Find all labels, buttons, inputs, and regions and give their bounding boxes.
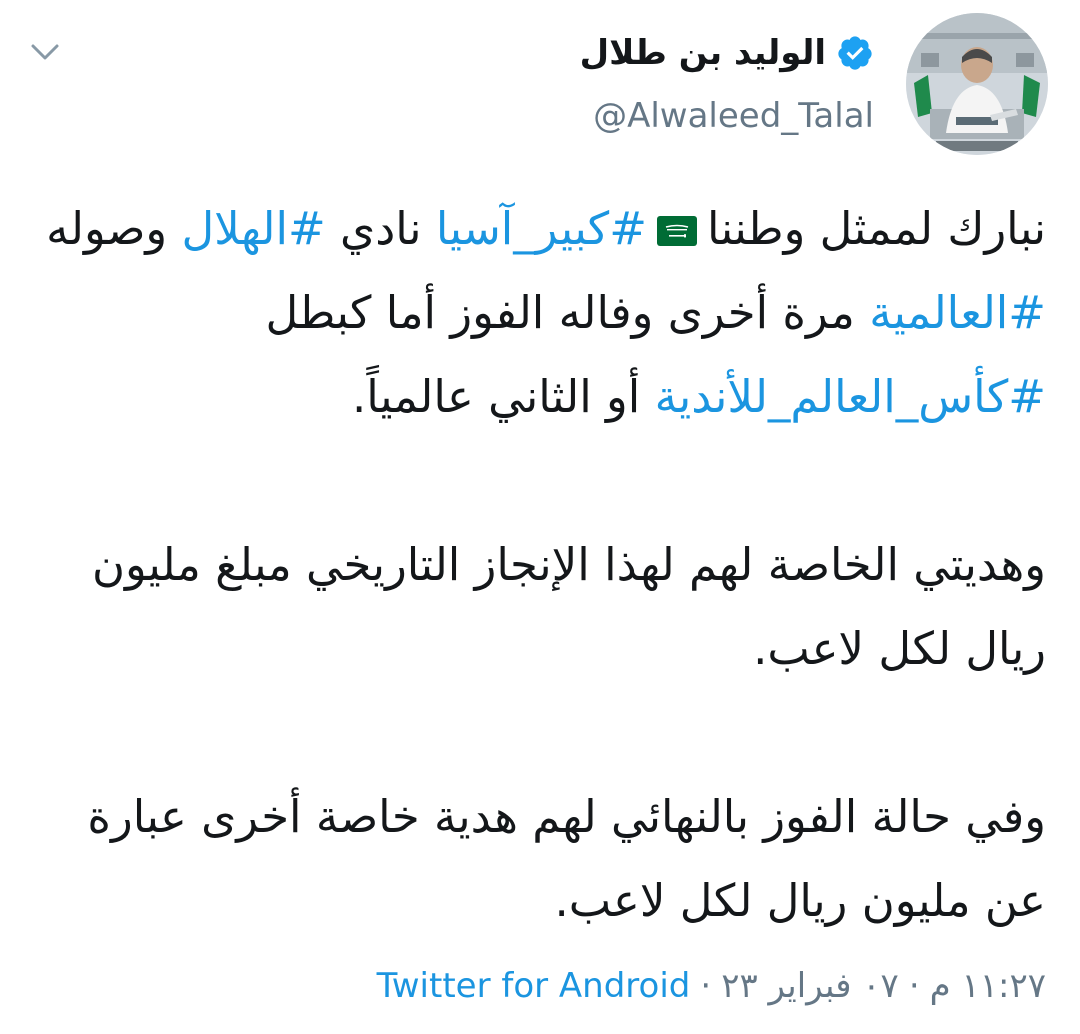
text-segment: نادي xyxy=(340,202,422,255)
verified-badge-icon xyxy=(838,36,872,70)
hashtag-link[interactable]: #كبير_آسيا xyxy=(436,202,647,255)
user-handle[interactable]: @Alwaleed_Talal xyxy=(593,96,874,136)
tweet-card: الوليد بن طلال @Alwaleed_Talal نبارك لمم… xyxy=(0,0,1080,1034)
meta-separator: · xyxy=(700,966,712,1006)
tweet-source-link[interactable]: Twitter for Android xyxy=(377,966,691,1006)
text-segment: وصوله xyxy=(46,202,168,255)
tweet-time[interactable]: ١١:٢٧ م xyxy=(930,966,1046,1006)
display-name[interactable]: الوليد بن طلال xyxy=(580,33,826,73)
avatar-photo xyxy=(906,13,1048,155)
hashtag-link[interactable]: #كأس_العالم_للأندية xyxy=(655,370,1046,423)
avatar[interactable] xyxy=(906,13,1048,155)
text-segment: أو الثاني عالمياً. xyxy=(352,370,641,423)
tweet-menu-button[interactable] xyxy=(28,40,62,66)
hashtag-link[interactable]: #العالمية xyxy=(869,286,1046,339)
meta-separator: · xyxy=(908,966,920,1006)
tweet-text: نبارك لممثل وطننا #كبير_آسيا نادي #الهلال… xyxy=(34,187,1046,943)
tweet-date[interactable]: ٠٧ فبراير ٢٣ xyxy=(721,966,899,1006)
tweet-paragraph-3: وفي حالة الفوز بالنهائي لهم هدية خاصة أخ… xyxy=(87,790,1046,927)
hashtag-link[interactable]: #الهلال xyxy=(181,202,325,255)
tweet-paragraph-2: وهديتي الخاصة لهم لهذا الإنجاز التاريخي … xyxy=(91,538,1046,675)
display-name-row[interactable]: الوليد بن طلال xyxy=(580,25,874,81)
saudi-flag-icon xyxy=(656,216,697,246)
tweet-paragraph-1: نبارك لممثل وطننا #كبير_آسيا نادي #الهلال… xyxy=(34,187,1046,439)
text-segment: نبارك لممثل وطننا xyxy=(706,202,1046,255)
tweet-meta: ١١:٢٧ م · ٠٧ فبراير ٢٣ · Twitter for And… xyxy=(377,958,1046,1014)
text-segment: مرة أخرى وفاله الفوز أما كبطل xyxy=(265,286,855,339)
chevron-down-icon xyxy=(31,44,59,60)
